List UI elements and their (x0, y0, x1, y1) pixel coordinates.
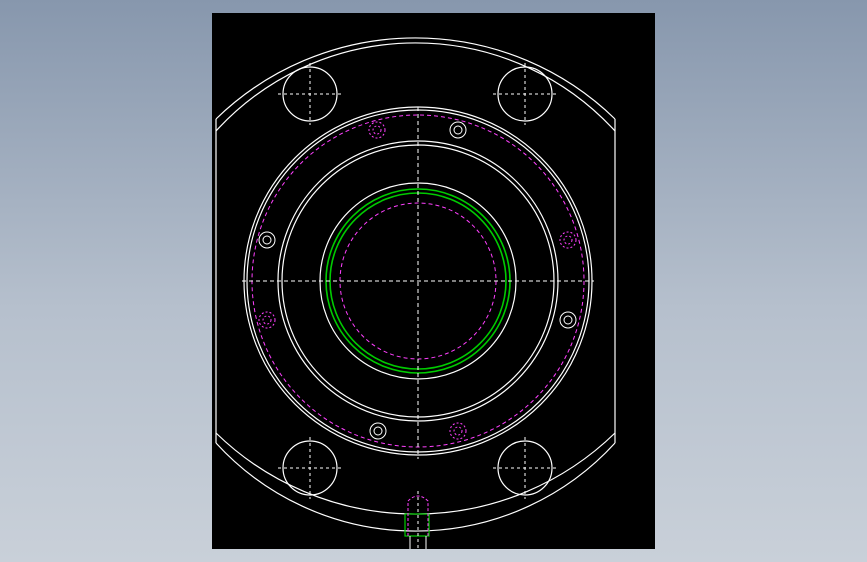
flange-bottom-arc (215, 432, 616, 515)
cad-viewport[interactable] (212, 13, 655, 549)
flange-drawing (215, 37, 616, 549)
flange-bottom-arc-inner (215, 442, 616, 532)
bottom-port (404, 491, 430, 549)
threaded-hole-right (559, 231, 577, 249)
main-centerlines (242, 107, 594, 459)
bolt-hole-bottom-left (369, 422, 387, 440)
bolt-hole-top-right (449, 121, 467, 139)
app-background (0, 0, 867, 562)
flange-top-arc-inner (215, 42, 616, 132)
threaded-hole-left (258, 311, 276, 329)
bolt-hole-right (559, 311, 577, 329)
threaded-hole-bottom-right (449, 422, 467, 440)
port-body (404, 513, 430, 537)
bolt-hole-left (258, 231, 276, 249)
flange-outline (215, 37, 616, 532)
threaded-hole-top-left (368, 121, 386, 139)
